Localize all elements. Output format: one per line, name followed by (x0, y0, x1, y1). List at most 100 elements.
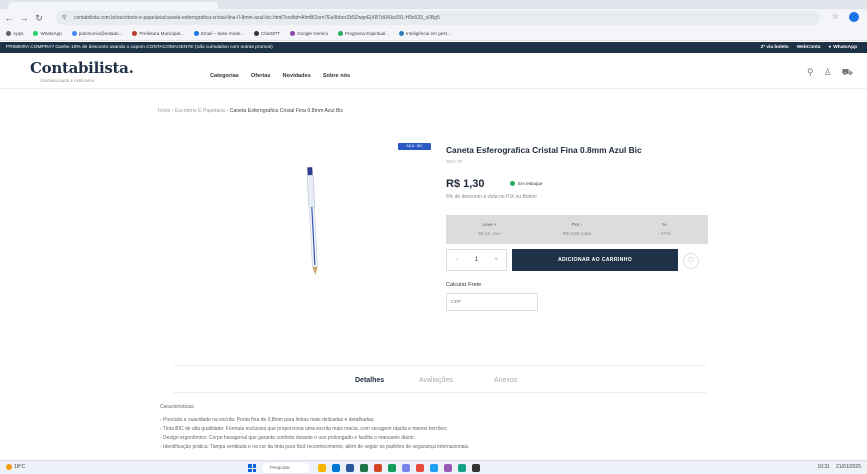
nav-categorias[interactable]: Categorias (210, 73, 239, 79)
breadcrumb-home[interactable]: Início (158, 108, 170, 114)
bookmark-item[interactable]: Email – base mode... (193, 31, 245, 36)
tier-header: Por - (571, 222, 583, 228)
bookmark-label: Inteligência em gest... (405, 31, 451, 36)
app-icon[interactable] (458, 464, 466, 472)
breadcrumb-category[interactable]: Escritório E Papelaria (175, 108, 225, 114)
product-price: R$ 1,30 (446, 178, 485, 190)
bookmark-item[interactable]: patrimonio@estado... (71, 31, 123, 36)
whatsapp-label: WhatsApp (833, 45, 857, 50)
description-bullet: - Identificação prática: Tampa ventilada… (160, 444, 470, 450)
bookmark-item[interactable]: ChatGPT (254, 31, 280, 36)
browser-toolbar: ← → ↻ ⚲ contabilista.com.br/escritorio-e… (0, 9, 867, 27)
whatsapp-icon: ● (828, 45, 832, 50)
promo-text: PRIMEIRA COMPRA? Ganhe 10% de desconto u… (6, 45, 273, 50)
excel-icon[interactable] (360, 464, 368, 472)
clock-date[interactable]: 21/01/2025 (836, 464, 861, 470)
back-icon[interactable]: ← (3, 12, 15, 24)
bookmark-label: Email – base mode... (200, 31, 245, 36)
description-heading: Características: (160, 404, 195, 410)
quantity-discount-table: Leve + 50 un. ou+ Por - R$ 0,95 cada % -… (446, 215, 708, 244)
product-image[interactable] (265, 155, 365, 285)
cart-icon[interactable]: ⛟ (842, 67, 853, 79)
app-icon[interactable] (444, 464, 452, 472)
bookmark-favicon-icon (337, 31, 343, 36)
start-button[interactable] (248, 464, 256, 472)
app-icon[interactable] (416, 464, 424, 472)
bookmark-item[interactable]: Google Gemini (290, 31, 328, 36)
breadcrumb: Início › Escritório E Papelaria › Caneta… (158, 108, 343, 114)
weather-temp: 18°C (14, 464, 26, 470)
bookmark-item[interactable]: WhatsApp (33, 31, 62, 36)
sun-icon (6, 464, 12, 470)
tier-column: Por - R$ 0,95 cada (533, 215, 620, 244)
add-to-cart-button[interactable]: ADICIONAR AO CARRINHO (512, 249, 678, 271)
webconta-link[interactable]: WebConta (797, 42, 821, 53)
bookmark-label: ChatGPT (261, 31, 281, 36)
profile-icon[interactable] (849, 12, 859, 22)
address-bar[interactable]: ⚲ contabilista.com.br/escritorio-e-papel… (56, 11, 820, 25)
bookmark-item[interactable]: Inteligência em gest... (398, 31, 451, 36)
product-description: Características: - Precisão e suavidade … (160, 403, 720, 452)
taskbar-search[interactable]: Pesquisar (262, 463, 310, 473)
bookmark-favicon-icon (6, 31, 11, 36)
edge-icon[interactable] (332, 464, 340, 472)
user-icon[interactable]: ♙ (824, 67, 832, 79)
teams-icon[interactable] (402, 464, 410, 472)
search-icon[interactable]: ⚲ (807, 67, 814, 79)
nav-sobre[interactable]: Sobre nós (323, 73, 350, 79)
breadcrumb-current: Caneta Esferografica Cristal Fina 0.8mm … (229, 108, 344, 114)
cep-input[interactable] (446, 293, 538, 311)
qty-increase-button[interactable]: + (494, 257, 498, 263)
windows-taskbar: 18°C Pesquisar 10:31 21/01/2025 (0, 460, 867, 474)
app-icon[interactable] (472, 464, 480, 472)
logo-tagline: CONTABILIDADE & PAPELARIA (40, 79, 95, 83)
tab-detalhes[interactable]: Detalhes (355, 377, 384, 384)
favorite-heart-icon[interactable]: ♡ (683, 253, 699, 269)
tier-value: R$ 0,95 cada (562, 231, 592, 237)
main-nav: Categorias Ofertas Novidades Sobre nós (210, 73, 350, 79)
whatsapp-link[interactable]: ● WhatsApp (828, 42, 857, 53)
tier-header: Leve + (482, 222, 497, 228)
tab-anexos[interactable]: Anexos (494, 377, 517, 384)
powerpoint-icon[interactable] (374, 464, 382, 472)
site-info-icon[interactable]: ⚲ (62, 11, 66, 25)
payment-discount-note: 5% de desconto à vista no PIX ou Boleto (446, 194, 537, 200)
bookmark-favicon-icon (290, 31, 296, 36)
reload-icon[interactable]: ↻ (33, 12, 45, 24)
nav-novidades[interactable]: Novidades (283, 73, 311, 79)
site-logo[interactable]: Contabilista. (30, 59, 134, 77)
browser-tabstrip (0, 0, 867, 9)
description-bullet: - Precisão e suavidade na escrita: Ponta… (160, 417, 375, 423)
clock-time[interactable]: 10:31 (817, 464, 830, 470)
tier-column: % - 27% (621, 215, 708, 244)
bookmark-favicon-icon (132, 31, 138, 36)
forward-icon[interactable]: → (18, 12, 30, 24)
chrome-icon[interactable] (388, 464, 396, 472)
product-badge: AZUL · BIC (398, 143, 431, 150)
product-title: Caneta Esferografica Cristal Fina 0.8mm … (446, 145, 642, 155)
browser-tab[interactable] (8, 2, 218, 9)
nav-ofertas[interactable]: Ofertas (251, 73, 271, 79)
bookmark-label: patrimonio@estado... (78, 31, 123, 36)
qty-value[interactable]: 1 (475, 257, 478, 263)
word-icon[interactable] (346, 464, 354, 472)
pen-tip (312, 266, 318, 276)
boleto-link[interactable]: 2ª via boleto (761, 42, 789, 53)
bookmark-item[interactable]: Programa Espiritual... (337, 31, 389, 36)
bookmark-star-icon[interactable]: ☆ (832, 12, 839, 22)
stock-label: Em estoque (518, 181, 543, 186)
bookmark-label: Apps (13, 31, 24, 36)
bookmark-favicon-icon (193, 31, 199, 36)
bookmark-item[interactable]: Apps (6, 31, 23, 36)
qty-decrease-button[interactable]: − (455, 257, 459, 263)
description-bullet: - Tinta BIC de alta qualidade: Fórmula e… (160, 426, 448, 432)
tier-value: 50 un. ou+ (478, 231, 502, 237)
weather-widget[interactable]: 18°C (6, 464, 25, 470)
quantity-stepper: − 1 + (446, 249, 507, 271)
file-explorer-icon[interactable] (318, 464, 326, 472)
shipping-label: Calcular Frete (446, 282, 482, 288)
tab-avaliacoes[interactable]: Avaliações (419, 377, 453, 384)
bookmark-item[interactable]: Prefeitura Municipal... (132, 31, 184, 36)
app-icon[interactable] (430, 464, 438, 472)
site-header: Contabilista. CONTABILIDADE & PAPELARIA … (0, 53, 867, 89)
